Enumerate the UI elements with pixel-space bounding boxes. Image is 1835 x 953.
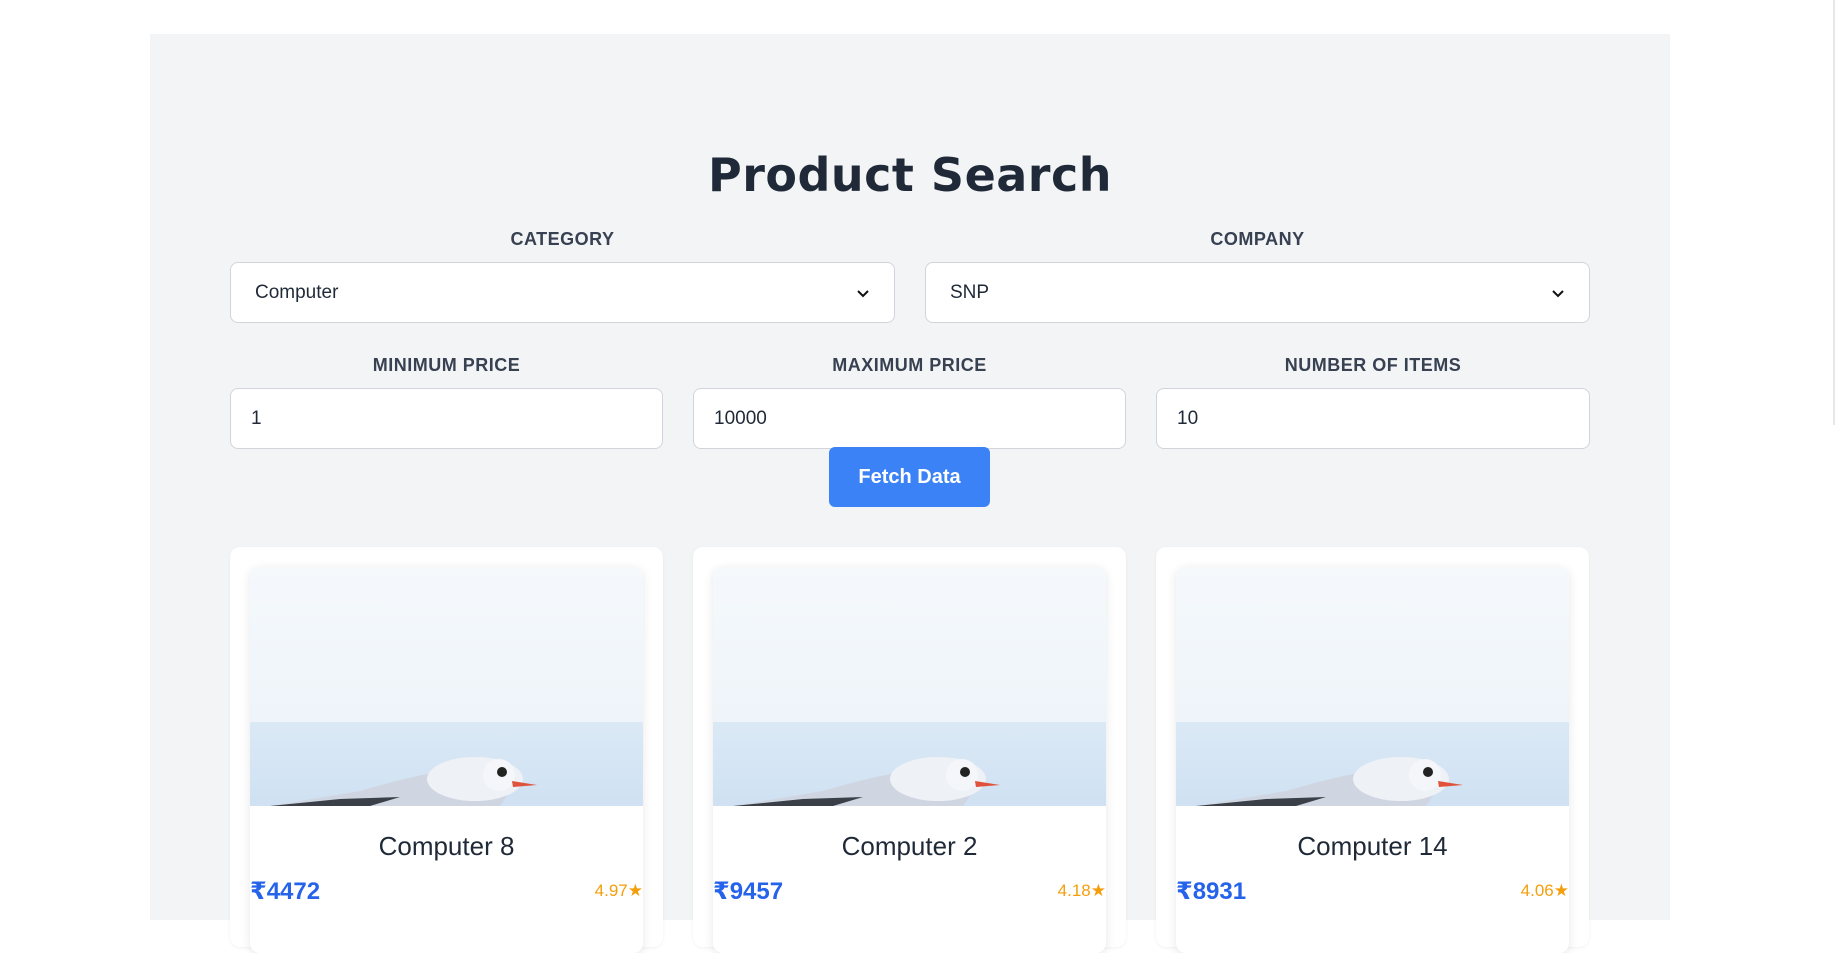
page-title: Product Search (707, 148, 1113, 202)
product-image (1176, 567, 1569, 806)
product-rating: 4.97★ (594, 881, 643, 900)
company-field: COMPANY SNP (925, 229, 1590, 323)
product-name: Computer 8 (378, 831, 515, 861)
chevron-down-icon (857, 289, 869, 297)
fetch-data-button[interactable]: Fetch Data (829, 447, 990, 507)
num-items-value: 10 (1177, 407, 1199, 429)
category-label: CATEGORY (510, 229, 615, 249)
chevron-down-icon (1552, 289, 1564, 297)
product-rating: 4.18★ (1057, 881, 1106, 900)
company-select[interactable]: SNP (925, 262, 1590, 323)
product-card[interactable]: Computer 14 ₹8931 4.06★ (1156, 547, 1589, 953)
max-price-input[interactable]: 10000 (693, 388, 1126, 449)
product-price: ₹9457 (713, 878, 784, 905)
category-select[interactable]: Computer (230, 262, 895, 323)
product-card[interactable]: Computer 8 ₹4472 4.97★ (230, 547, 663, 953)
company-label: COMPANY (1210, 229, 1305, 249)
num-items-field: NUMBER OF ITEMS 10 (1156, 355, 1590, 449)
product-image (250, 567, 643, 806)
product-rating: 4.06★ (1520, 881, 1569, 900)
product-price: ₹8931 (1176, 878, 1247, 905)
product-name: Computer 2 (841, 831, 978, 861)
min-price-label: MINIMUM PRICE (372, 355, 521, 375)
category-value: Computer (255, 281, 339, 303)
product-card[interactable]: Computer 2 ₹9457 4.18★ (693, 547, 1126, 953)
product-image (713, 567, 1106, 806)
product-name: Computer 14 (1297, 831, 1448, 861)
min-price-input[interactable]: 1 (230, 388, 663, 449)
max-price-field: MAXIMUM PRICE 10000 (693, 355, 1126, 449)
product-price: ₹4472 (250, 878, 321, 905)
min-price-value: 1 (251, 407, 262, 429)
company-value: SNP (950, 281, 990, 303)
min-price-field: MINIMUM PRICE 1 (230, 355, 663, 449)
num-items-label: NUMBER OF ITEMS (1284, 355, 1462, 375)
max-price-value: 10000 (714, 407, 767, 429)
category-field: CATEGORY Computer (230, 229, 895, 323)
num-items-input[interactable]: 10 (1156, 388, 1590, 449)
max-price-label: MAXIMUM PRICE (832, 355, 987, 375)
